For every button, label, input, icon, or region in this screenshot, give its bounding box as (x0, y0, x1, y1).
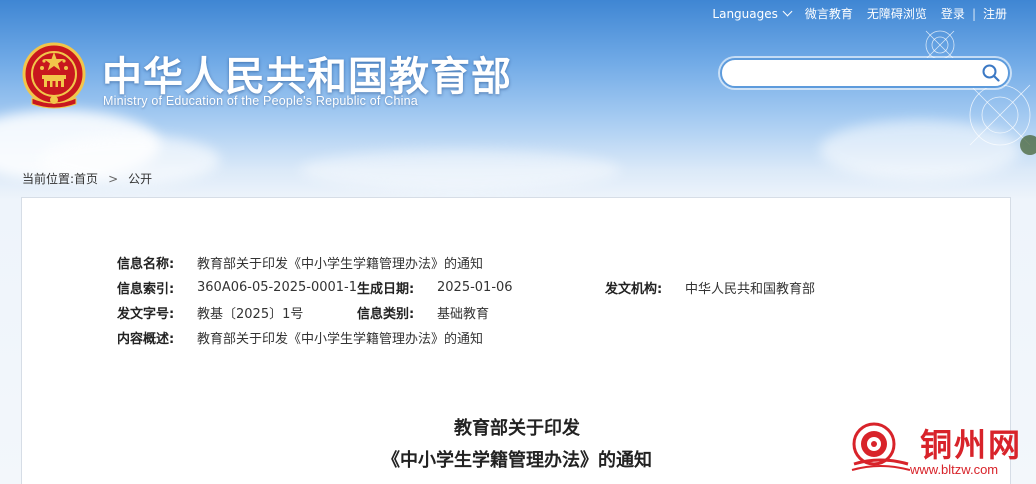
meta-row: 信息名称: 教育部关于印发《中小学生学籍管理办法》的通知 (117, 250, 815, 275)
summary-cell: 内容概述: 教育部关于印发《中小学生学籍管理办法》的通知 (117, 328, 483, 347)
meta-row: 内容概述: 教育部关于印发《中小学生学籍管理办法》的通知 (117, 325, 815, 350)
category-value: 基础教育 (437, 307, 490, 322)
docno-value: 教基〔2025〕1号 (197, 307, 304, 322)
info-index-value: 360A06-05-2025-0001-1 (197, 280, 357, 295)
org-value: 中华人民共和国教育部 (685, 282, 816, 297)
languages-menu[interactable]: Languages (705, 6, 797, 21)
document-meta-table: 信息名称: 教育部关于印发《中小学生学籍管理办法》的通知 信息索引: 360A0… (117, 250, 815, 350)
site-subtitle: Ministry of Education of the People's Re… (103, 94, 418, 108)
info-name-cell: 信息名称: 教育部关于印发《中小学生学籍管理办法》的通知 (117, 253, 483, 272)
docno-cell: 发文字号: 教基〔2025〕1号 (117, 303, 357, 322)
info-index-label: 信息索引: (117, 282, 175, 297)
top-nav: Languages 微言教育 无障碍浏览 登录 | 注册 (705, 5, 1014, 22)
category-label: 信息类别: (357, 307, 415, 322)
search-input[interactable] (734, 60, 984, 86)
breadcrumb-prefix: 当前位置: (22, 172, 75, 186)
date-value: 2025-01-06 (437, 280, 513, 295)
index-cell: 信息索引: 360A06-05-2025-0001-1 (117, 278, 357, 297)
dandelion-decoration (925, 30, 1036, 155)
org-cell: 发文机构: 中华人民共和国教育部 (605, 278, 815, 297)
breadcrumb-home-link[interactable]: 首页 (74, 170, 98, 187)
watermark-logo-icon (851, 422, 910, 471)
register-link[interactable]: 注册 (976, 5, 1014, 22)
accessible-browse-link[interactable]: 无障碍浏览 (860, 5, 934, 22)
login-link[interactable]: 登录 (934, 5, 972, 22)
breadcrumb-current-link[interactable]: 公开 (128, 170, 152, 187)
breadcrumb-separator: > (108, 171, 119, 186)
watermark-url: www.bltzw.com (910, 462, 999, 477)
search-icon[interactable] (982, 64, 1000, 82)
summary-label: 内容概述: (117, 332, 175, 347)
breadcrumb: 当前位置: 首页 > 公开 (22, 170, 152, 187)
search-box (720, 58, 1010, 88)
date-label: 生成日期: (357, 282, 415, 297)
info-name-label: 信息名称: (117, 257, 175, 272)
info-name-value: 教育部关于印发《中小学生学籍管理办法》的通知 (197, 257, 484, 272)
weibo-link[interactable]: 微言教育 (798, 5, 860, 22)
org-label: 发文机构: (605, 282, 663, 297)
docno-label: 发文字号: (117, 307, 175, 322)
watermark-text: 铜州网 (920, 426, 1023, 464)
watermark: 铜州网 www.bltzw.com (848, 420, 1036, 484)
chevron-down-icon (782, 6, 793, 16)
cloud-decoration (300, 150, 620, 190)
national-emblem-icon[interactable] (22, 42, 86, 110)
category-cell: 信息类别: 基础教育 (357, 303, 489, 322)
meta-row: 信息索引: 360A06-05-2025-0001-1 生成日期: 2025-0… (117, 275, 815, 300)
summary-value: 教育部关于印发《中小学生学籍管理办法》的通知 (197, 332, 484, 347)
meta-row: 发文字号: 教基〔2025〕1号 信息类别: 基础教育 (117, 300, 815, 325)
date-cell: 生成日期: 2025-01-06 (357, 278, 605, 297)
